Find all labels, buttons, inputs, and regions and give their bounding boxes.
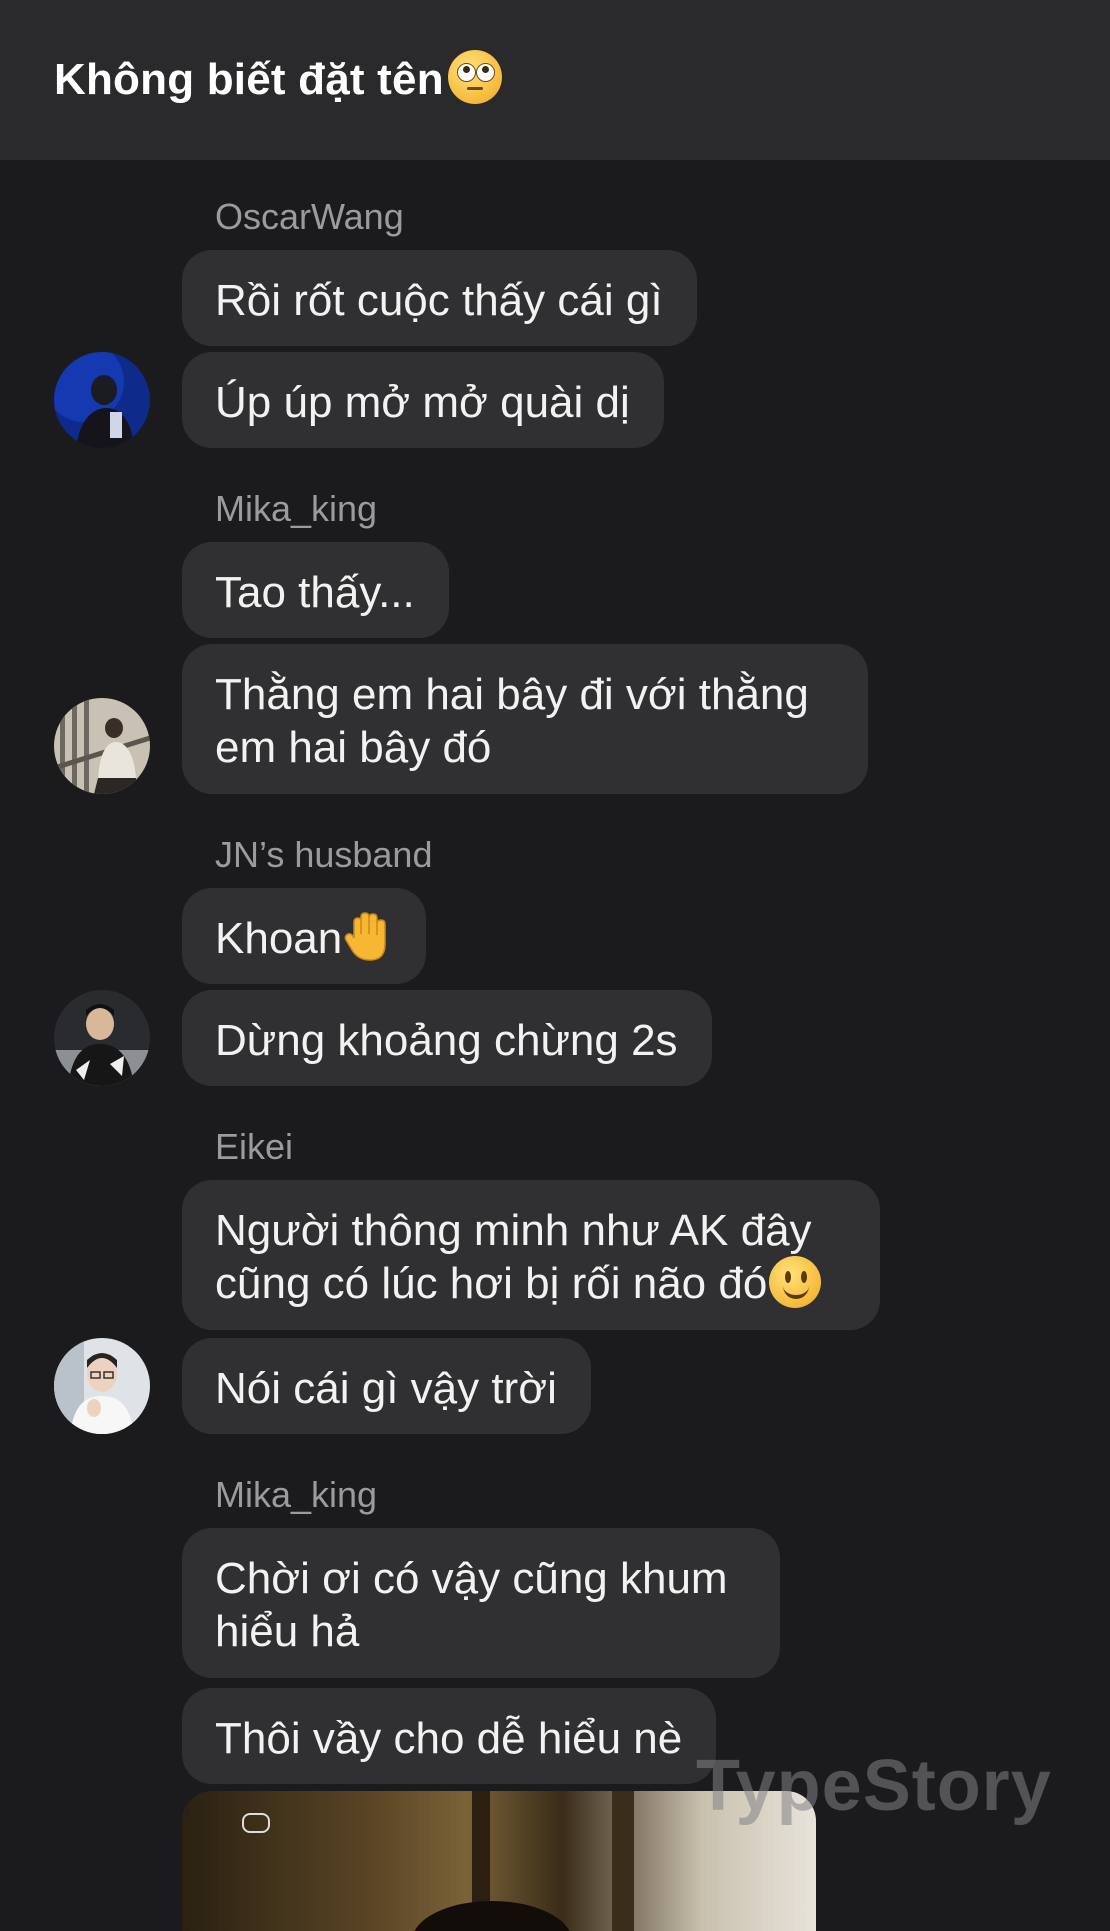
sender-name: OscarWang (215, 196, 404, 237)
sender-name: Eikei (215, 1126, 294, 1167)
logo-icon (242, 1813, 270, 1833)
message-text: Khoan (215, 914, 343, 963)
message-line: cũng có lúc hơi bị rối não đó (215, 1256, 846, 1312)
rolling-eyes-emoji-icon (447, 50, 502, 104)
sender-name: JN’s husband (215, 834, 433, 875)
message-line: Thằng em hai bây đi với thằng (215, 670, 809, 719)
raised-hand-emoji-icon (344, 912, 392, 962)
chat-title[interactable]: Không biết đặt tên (54, 55, 444, 105)
message-line: em hai bây đó (215, 723, 492, 772)
message-bubble[interactable]: Rồi rốt cuộc thấy cái gì (182, 250, 697, 346)
watermark: TypeStory (696, 1746, 1052, 1826)
message-line: Chời ơi có vậy cũng khum (215, 1554, 728, 1603)
chat-header: Không biết đặt tên (0, 0, 1110, 160)
message-bubble[interactable]: Dừng khoảng chừng 2s (182, 990, 712, 1086)
sender-name: Mika_king (215, 488, 378, 529)
message-bubble[interactable]: Nói cái gì vậy trời (182, 1338, 591, 1434)
message-bubble[interactable]: Tao thấy... (182, 542, 449, 638)
slightly-smiling-face-emoji-icon (769, 1256, 822, 1309)
message-bubble[interactable]: Thằng em hai bây đi với thằng em hai bây… (182, 644, 868, 794)
avatar[interactable] (54, 1338, 150, 1434)
sender-name: Mika_king (215, 1474, 378, 1515)
message-line: hiểu hả (215, 1607, 360, 1656)
message-bubble[interactable]: Úp úp mở mở quài dị (182, 352, 664, 448)
message-bubble[interactable]: Chời ơi có vậy cũng khum hiểu hả (182, 1528, 780, 1678)
message-line: Người thông minh như AK đây (215, 1206, 812, 1255)
message-bubble[interactable]: Khoan (182, 888, 427, 984)
message-bubble[interactable]: Người thông minh như AK đây cũng có lúc … (182, 1180, 880, 1330)
message-text: cũng có lúc hơi bị rối não đó (215, 1259, 768, 1308)
message-bubble[interactable]: Thôi vầy cho dễ hiểu nè (182, 1688, 717, 1784)
avatar[interactable] (54, 352, 150, 448)
avatar[interactable] (54, 698, 150, 794)
avatar[interactable] (54, 990, 150, 1086)
